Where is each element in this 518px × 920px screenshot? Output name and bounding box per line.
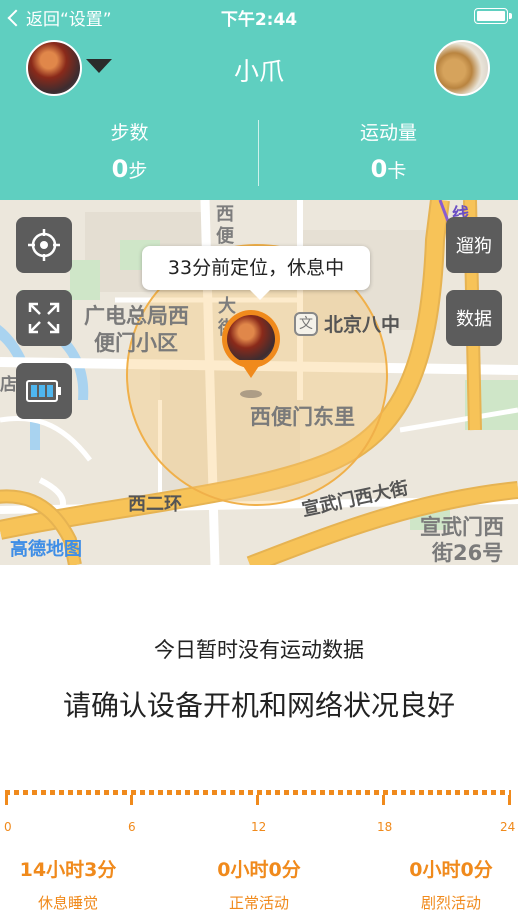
- data-button[interactable]: 数据: [446, 290, 502, 346]
- device-check-message: 请确认设备开机和网络状况良好: [62, 689, 455, 722]
- status-bar: 返回“设置” 下午2:44: [0, 0, 518, 32]
- device-battery-button[interactable]: [16, 363, 72, 419]
- map-label-area: 宣武门西: [420, 515, 504, 539]
- calories-number: 0: [370, 155, 388, 183]
- intense-category: 剧烈活动: [420, 894, 481, 912]
- timeline-tick: [508, 795, 511, 805]
- map-label-vertical: 西便: [216, 204, 234, 247]
- marker-shadow: [240, 390, 262, 398]
- user-avatar[interactable]: [434, 40, 490, 96]
- map-label-area: 广电总局西: [84, 304, 189, 328]
- stats-row: 步数 0步 运动量 0卡: [0, 118, 518, 188]
- intense-activity-summary: 0小时0分 剧烈活动: [381, 855, 518, 913]
- battery-status-icon: [474, 8, 512, 24]
- map-label-area: 便门小区: [94, 331, 178, 355]
- fullscreen-button[interactable]: [16, 290, 72, 346]
- locate-icon: [28, 229, 60, 261]
- rest-summary: 14小时3分 休息睡觉: [0, 855, 138, 913]
- hour-label: 24: [500, 820, 516, 834]
- hour-label: 6: [128, 820, 136, 834]
- activity-timeline: [5, 790, 511, 820]
- normal-category: 正常活动: [228, 894, 289, 912]
- timeline-tick: [130, 795, 133, 805]
- steps-value: 0步: [0, 155, 259, 183]
- pet-avatar-marker: [227, 315, 275, 363]
- fullscreen-icon: [28, 302, 60, 334]
- timeline-tick: [5, 795, 8, 805]
- timeline-tick: [382, 795, 385, 805]
- map-view[interactable]: 西便 大街 广电总局西 便门小区 文 北京八中 西便门东里 西二环 宣武门西大街…: [0, 200, 518, 565]
- normal-duration: 0小时0分: [217, 859, 301, 881]
- map-label-poi: 北京八中: [324, 314, 401, 336]
- map-label-area: 街26号: [432, 541, 504, 565]
- intense-duration: 0小时0分: [409, 859, 493, 881]
- app-header: 返回“设置” 下午2:44 小爪 步数 0步 运动量 0卡: [0, 0, 518, 200]
- no-activity-message: 今日暂时没有运动数据: [154, 638, 364, 662]
- steps-unit: 步: [128, 160, 148, 182]
- timeline-tick: [256, 795, 259, 805]
- map-label-area: 西便门东里: [250, 405, 355, 429]
- stats-divider: [258, 120, 259, 186]
- steps-number: 0: [111, 155, 129, 183]
- map-provider-logo: 高德地图: [10, 539, 82, 560]
- steps-label: 步数: [110, 122, 149, 144]
- battery-icon: [26, 380, 61, 402]
- status-time: 下午2:44: [220, 10, 298, 30]
- calories-label: 运动量: [359, 122, 417, 144]
- map-label-road: 西二环: [128, 494, 182, 515]
- hour-label: 0: [4, 820, 12, 834]
- rest-duration: 14小时3分: [19, 859, 117, 881]
- school-icon: 文: [294, 312, 318, 336]
- calories-value: 0卡: [259, 155, 518, 183]
- pet-location-marker[interactable]: [222, 310, 280, 378]
- map-label-edge: 店: [0, 375, 17, 395]
- locate-button[interactable]: [16, 217, 72, 273]
- walk-dog-button[interactable]: 遛狗: [446, 217, 502, 273]
- location-bubble: 33分前定位，休息中: [142, 246, 370, 300]
- steps-stat: 步数 0步: [0, 118, 259, 183]
- calories-stat: 运动量 0卡: [259, 118, 518, 183]
- rest-category: 休息睡觉: [37, 894, 98, 912]
- calories-unit: 卡: [387, 160, 407, 182]
- hour-label: 12: [251, 820, 267, 834]
- normal-activity-summary: 0小时0分 正常活动: [189, 855, 329, 913]
- hour-label: 18: [377, 820, 393, 834]
